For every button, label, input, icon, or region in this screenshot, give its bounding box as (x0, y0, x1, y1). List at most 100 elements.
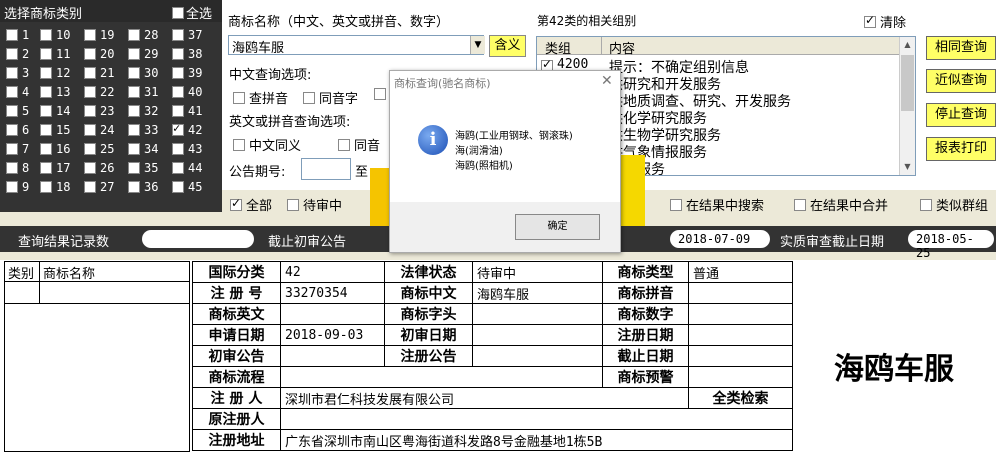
category-checkbox-10[interactable]: 10 (40, 27, 70, 43)
filter-all[interactable]: 全部 (230, 195, 272, 214)
category-box[interactable] (172, 86, 184, 98)
period-start-input[interactable] (301, 158, 351, 180)
category-box[interactable] (172, 181, 184, 193)
category-checkbox-13[interactable]: 13 (40, 84, 70, 100)
category-box[interactable] (6, 48, 18, 60)
category-box[interactable] (40, 162, 52, 174)
category-checkbox-31[interactable]: 31 (128, 84, 158, 100)
same-query-button[interactable]: 相同查询 (926, 36, 996, 60)
print-report-button[interactable]: 报表打印 (926, 137, 996, 161)
category-box[interactable] (128, 124, 140, 136)
category-checkbox-15[interactable]: 15 (40, 122, 70, 138)
clear-checkbox[interactable]: 清除 (864, 12, 906, 31)
category-box[interactable] (84, 181, 96, 193)
category-checkbox-35[interactable]: 35 (128, 160, 158, 176)
records-count-field[interactable] (142, 230, 254, 248)
category-box[interactable] (6, 67, 18, 79)
category-box[interactable] (172, 162, 184, 174)
filter-merge-in-results-box[interactable] (794, 198, 806, 211)
prelim-date-field[interactable]: 2018-07-09 (670, 230, 770, 248)
category-checkbox-7[interactable]: 7 (6, 141, 29, 157)
category-checkbox-19[interactable]: 19 (84, 27, 114, 43)
scroll-thumb[interactable] (901, 55, 914, 111)
category-box[interactable] (84, 162, 96, 174)
category-checkbox-39[interactable]: 39 (172, 65, 202, 81)
category-box[interactable] (84, 67, 96, 79)
category-box[interactable] (40, 105, 52, 117)
category-box[interactable] (172, 67, 184, 79)
category-checkbox-12[interactable]: 12 (40, 65, 70, 81)
category-box[interactable] (172, 121, 184, 136)
category-box[interactable] (6, 124, 18, 136)
category-checkbox-45[interactable]: 45 (172, 179, 202, 195)
category-checkbox-27[interactable]: 27 (84, 179, 114, 195)
filter-pending-box[interactable] (287, 198, 299, 211)
category-checkbox-26[interactable]: 26 (84, 160, 114, 176)
scroll-down-icon[interactable]: ▼ (900, 159, 915, 175)
stop-query-button[interactable]: 停止查询 (926, 103, 996, 127)
category-box[interactable] (84, 124, 96, 136)
category-checkbox-30[interactable]: 30 (128, 65, 158, 81)
category-checkbox-20[interactable]: 20 (84, 46, 114, 62)
category-checkbox-5[interactable]: 5 (6, 103, 29, 119)
category-box[interactable] (6, 162, 18, 174)
similar-query-button[interactable]: 近似查询 (926, 69, 996, 93)
ok-button[interactable]: 确定 (515, 214, 600, 240)
option-homophone-box[interactable] (303, 91, 315, 104)
category-box[interactable] (128, 86, 140, 98)
category-checkbox-1[interactable]: 1 (6, 27, 29, 43)
filter-similar-groups[interactable]: 类似群组 (920, 195, 988, 214)
category-box[interactable] (40, 67, 52, 79)
category-checkbox-3[interactable]: 3 (6, 65, 29, 81)
chevron-down-icon[interactable]: ▼ (470, 36, 485, 54)
category-box[interactable] (84, 48, 96, 60)
category-box[interactable] (6, 181, 18, 193)
filter-all-box[interactable] (230, 196, 242, 211)
category-box[interactable] (40, 86, 52, 98)
category-box[interactable] (128, 67, 140, 79)
filter-pending[interactable]: 待审中 (287, 195, 342, 214)
substantive-date-field[interactable]: 2018-05-25 (908, 230, 994, 260)
group-list-scrollbar[interactable]: ▲ ▼ (899, 37, 915, 175)
category-checkbox-44[interactable]: 44 (172, 160, 202, 176)
category-checkbox-43[interactable]: 43 (172, 141, 202, 157)
category-box[interactable] (6, 105, 18, 117)
option-chinese-synonym-box[interactable] (233, 138, 245, 151)
category-box[interactable] (84, 105, 96, 117)
category-box[interactable] (40, 124, 52, 136)
category-checkbox-18[interactable]: 18 (40, 179, 70, 195)
category-box[interactable] (40, 48, 52, 60)
category-checkbox-22[interactable]: 22 (84, 84, 114, 100)
option-pinyin-box[interactable] (233, 91, 245, 104)
filter-search-in-results-box[interactable] (670, 198, 682, 211)
category-checkbox-21[interactable]: 21 (84, 65, 114, 81)
category-box[interactable] (128, 181, 140, 193)
result-list[interactable]: 类别 商标名称 (4, 261, 190, 452)
result-row-cell[interactable] (5, 282, 40, 304)
category-box[interactable] (128, 143, 140, 155)
category-box[interactable] (128, 29, 140, 41)
category-box[interactable] (172, 48, 184, 60)
meaning-button[interactable]: 含义 (489, 35, 526, 57)
option-hidden-third-box[interactable] (374, 88, 386, 100)
category-checkbox-23[interactable]: 23 (84, 103, 114, 119)
category-box[interactable] (40, 143, 52, 155)
category-checkbox-16[interactable]: 16 (40, 141, 70, 157)
category-checkbox-40[interactable]: 40 (172, 84, 202, 100)
category-checkbox-42[interactable]: 42 (172, 121, 202, 138)
option-hidden-third[interactable] (374, 88, 386, 100)
category-box[interactable] (172, 143, 184, 155)
category-checkbox-33[interactable]: 33 (128, 122, 158, 138)
category-checkbox-9[interactable]: 9 (6, 179, 29, 195)
category-box[interactable] (6, 29, 18, 41)
scroll-up-icon[interactable]: ▲ (900, 37, 915, 53)
category-box[interactable] (6, 143, 18, 155)
category-checkbox-6[interactable]: 6 (6, 122, 29, 138)
category-checkbox-25[interactable]: 25 (84, 141, 114, 157)
category-box[interactable] (84, 29, 96, 41)
option-same-sound-box[interactable] (338, 138, 350, 151)
category-box[interactable] (40, 181, 52, 193)
category-checkbox-29[interactable]: 29 (128, 46, 158, 62)
category-checkbox-8[interactable]: 8 (6, 160, 29, 176)
category-box[interactable] (128, 162, 140, 174)
